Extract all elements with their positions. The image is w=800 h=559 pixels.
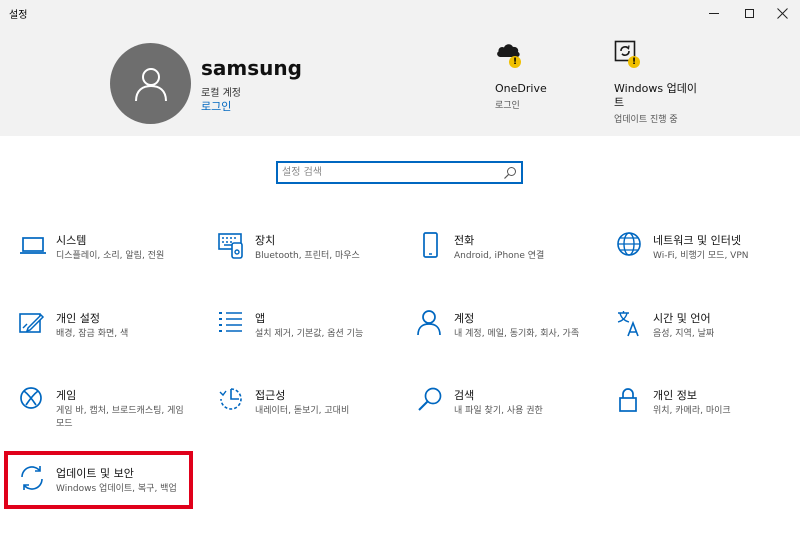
category-accounts[interactable]: 계정 내 계정, 메일, 동기화, 회사, 가족 bbox=[416, 309, 594, 365]
category-name: 검색 bbox=[454, 389, 475, 402]
maximize-button[interactable] bbox=[731, 0, 767, 26]
category-personalization[interactable]: 개인 설정 배경, 잠금 화면, 색 bbox=[18, 309, 196, 365]
windows-update-label: Windows 업데이트 bbox=[614, 82, 697, 109]
category-desc: 디스플레이, 소리, 알림, 전원 bbox=[56, 251, 165, 261]
category-name: 네트워크 및 인터넷 bbox=[653, 234, 741, 247]
category-desc: 배경, 잠금 화면, 색 bbox=[56, 329, 129, 339]
minimize-button[interactable] bbox=[696, 0, 732, 26]
category-name: 계정 bbox=[454, 312, 475, 325]
category-name: 시간 및 언어 bbox=[653, 312, 711, 325]
search-input[interactable] bbox=[282, 164, 502, 181]
category-devices[interactable]: 장치 Bluetooth, 프린터, 마우스 bbox=[217, 231, 395, 287]
magnifier-icon bbox=[418, 387, 442, 411]
minimize-icon bbox=[709, 12, 719, 14]
personalization-icon bbox=[19, 313, 45, 333]
category-name: 개인 정보 bbox=[653, 389, 697, 402]
category-desc: Wi-Fi, 비행기 모드, VPN bbox=[653, 251, 749, 261]
category-name: 게임 bbox=[56, 389, 77, 402]
keyboard-icon bbox=[218, 233, 243, 259]
windows-update-status: 업데이트 진행 중 bbox=[614, 115, 678, 125]
category-desc: 위치, 카메라, 마이크 bbox=[653, 406, 731, 416]
search-icon[interactable] bbox=[503, 166, 517, 180]
close-button[interactable] bbox=[764, 0, 800, 26]
lock-icon bbox=[619, 388, 637, 412]
window-title: 설정 bbox=[9, 10, 28, 21]
onedrive-item[interactable]: ! OneDrive 로그인 bbox=[495, 40, 547, 111]
account-header: samsung 로컬 계정 로그인 ! OneDrive 로그인 ! Windo… bbox=[0, 26, 800, 136]
category-phone[interactable]: 전화 Android, iPhone 연결 bbox=[416, 231, 594, 287]
highlight-box bbox=[4, 451, 193, 509]
onedrive-label: OneDrive bbox=[495, 82, 547, 95]
category-ease-of-access[interactable]: 접근성 내레이터, 돋보기, 고대비 bbox=[217, 386, 395, 442]
avatar[interactable] bbox=[110, 43, 191, 124]
warning-badge: ! bbox=[628, 56, 640, 68]
category-desc: 음성, 지역, 날짜 bbox=[653, 329, 715, 339]
category-desc: 내 계정, 메일, 동기화, 회사, 가족 bbox=[454, 329, 580, 339]
category-name: 장치 bbox=[255, 234, 276, 247]
category-name: 개인 설정 bbox=[56, 312, 100, 325]
close-icon bbox=[776, 7, 788, 19]
phone-icon bbox=[423, 232, 438, 258]
windows-update-item[interactable]: ! Windows 업데이트 업데이트 진행 중 bbox=[614, 40, 704, 125]
category-apps[interactable]: 앱 설치 제거, 기본값, 옵션 기능 bbox=[217, 309, 395, 365]
category-desc: 게임 바, 캡처, 브로드캐스팅, 게임 모드 bbox=[56, 406, 184, 429]
time-language-icon bbox=[617, 311, 639, 337]
category-desc: Bluetooth, 프린터, 마우스 bbox=[255, 251, 360, 261]
category-gaming[interactable]: 게임 게임 바, 캡처, 브로드캐스팅, 게임 모드 bbox=[18, 386, 196, 442]
category-desc: 내 파일 찾기, 사용 권한 bbox=[454, 406, 543, 416]
category-time-language[interactable]: 시간 및 언어 음성, 지역, 날짜 bbox=[615, 309, 793, 365]
category-system[interactable]: 시스템 디스플레이, 소리, 알림, 전원 bbox=[18, 231, 196, 287]
category-name: 앱 bbox=[255, 312, 266, 325]
category-name: 전화 bbox=[454, 234, 475, 247]
ease-of-access-icon bbox=[219, 388, 242, 410]
category-desc: 설치 제거, 기본값, 옵션 기능 bbox=[255, 329, 364, 339]
category-network[interactable]: 네트워크 및 인터넷 Wi-Fi, 비행기 모드, VPN bbox=[615, 231, 793, 287]
apps-list-icon bbox=[219, 312, 242, 332]
globe-icon bbox=[617, 232, 641, 256]
laptop-icon bbox=[20, 237, 46, 254]
category-privacy[interactable]: 개인 정보 위치, 카메라, 마이크 bbox=[615, 386, 793, 442]
maximize-icon bbox=[744, 8, 754, 18]
person-icon bbox=[417, 310, 441, 336]
category-search[interactable]: 검색 내 파일 찾기, 사용 권한 bbox=[416, 386, 594, 442]
onedrive-status: 로그인 bbox=[495, 101, 520, 111]
signin-link[interactable]: 로그인 bbox=[201, 98, 231, 114]
account-name: samsung bbox=[201, 56, 302, 80]
xbox-icon bbox=[20, 387, 42, 409]
category-name: 시스템 bbox=[56, 234, 87, 247]
category-name: 접근성 bbox=[255, 389, 286, 402]
title-bar: 설정 bbox=[0, 0, 800, 26]
category-desc: 내레이터, 돋보기, 고대비 bbox=[255, 406, 350, 416]
account-type: 로컬 계정 bbox=[201, 88, 241, 99]
category-desc: Android, iPhone 연결 bbox=[454, 251, 545, 261]
user-silhouette-icon bbox=[134, 67, 167, 101]
warning-badge: ! bbox=[509, 56, 521, 68]
search-box[interactable] bbox=[276, 161, 523, 184]
